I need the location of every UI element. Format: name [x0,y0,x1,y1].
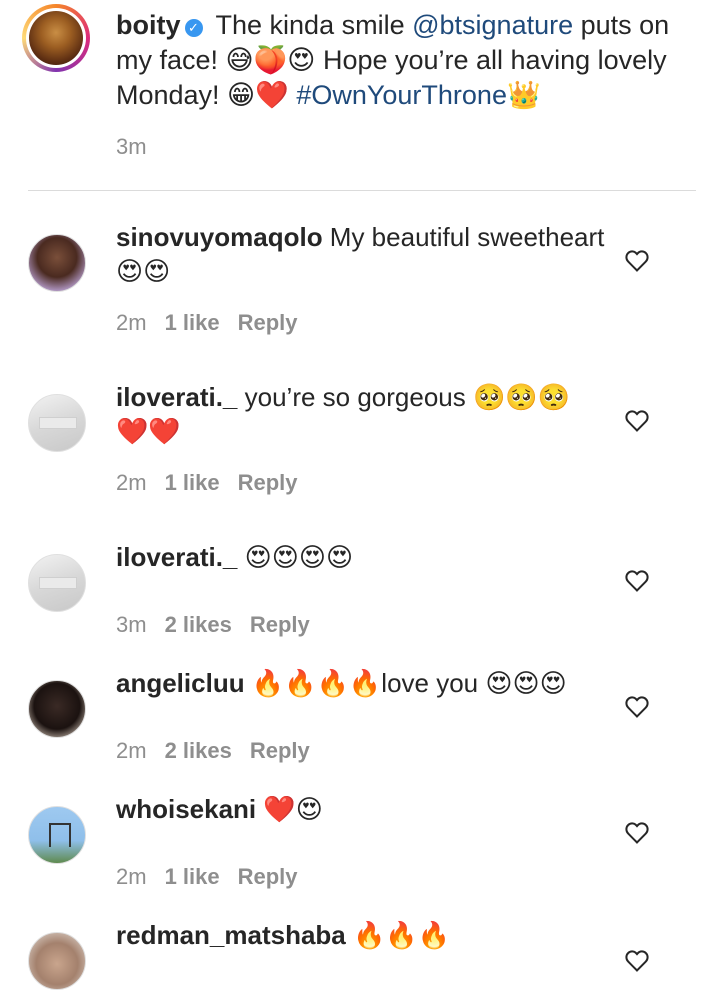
reply-button[interactable]: Reply [238,310,298,335]
comment-username[interactable]: sinovuyomaqolo [116,222,323,252]
heart-outline-icon[interactable] [624,694,650,720]
heart-outline-icon[interactable] [624,948,650,974]
comment-item: angelicluu 🔥🔥🔥🔥love you 😍😍😍 2m 2 likes Rep… [0,668,720,806]
divider [28,190,696,191]
caption-text-part1: The kinda smile [208,10,413,40]
heart-outline-icon[interactable] [624,248,650,274]
commenter-avatar[interactable] [28,806,86,864]
comment-meta: 2m 1 like Reply [116,470,316,496]
comment-text: whoisekani ❤️😍 [116,792,606,826]
post-caption: boity ✓ The kinda smile @btsignature puts… [0,0,720,190]
comment-item: whoisekani ❤️😍 2m 1 like Reply [0,794,720,932]
comment-username[interactable]: redman_matshaba [116,920,346,950]
commenter-avatar[interactable] [28,554,86,612]
boity-avatar[interactable] [22,4,90,72]
reply-button[interactable]: Reply [238,470,298,495]
heart-outline-icon[interactable] [624,408,650,434]
comment-text: sinovuyomaqolo My beautiful sweetheart 😍… [116,220,606,288]
caption-text: boity ✓ The kinda smile @btsignature puts… [116,8,676,113]
reply-button[interactable]: Reply [238,864,298,889]
caption-username[interactable]: boity [116,10,181,40]
crown-emoji: 👑 [506,80,541,110]
comment-item: iloverati._ 😍😍😍😍 3m 2 likes Reply [0,542,720,680]
comment-time: 2m [116,864,147,889]
comment-likes[interactable]: 1 like [165,470,220,495]
comment-likes[interactable]: 1 like [165,310,220,335]
comment-text: redman_matshaba 🔥🔥🔥 [116,918,606,952]
commenter-avatar[interactable] [28,680,86,738]
reply-button[interactable]: Reply [250,612,310,637]
comment-likes[interactable]: 2 likes [165,738,232,763]
comment-username[interactable]: iloverati._ [116,382,237,412]
heart-outline-icon[interactable] [624,820,650,846]
comment-time: 3m [116,612,147,637]
comment-item: redman_matshaba 🔥🔥🔥 [0,920,720,990]
comment-meta: 2m 1 like Reply [116,310,316,336]
comment-time: 2m [116,738,147,763]
comment-body: ❤️😍 [256,794,323,824]
caption-mention-link[interactable]: @btsignature [412,10,573,40]
comment-username[interactable]: whoisekani [116,794,256,824]
comment-body: 😍😍😍😍 [237,542,354,572]
comment-username[interactable]: angelicluu [116,668,245,698]
caption-hashtag-link[interactable]: #OwnYourThrone [296,80,507,110]
comment-time: 2m [116,310,147,335]
commenter-avatar[interactable] [28,932,86,990]
comment-body: 🔥🔥🔥 [345,920,451,950]
comment-meta: 2m 2 likes Reply [116,738,328,764]
comment-body: 🔥🔥🔥🔥love you 😍😍😍 [244,668,567,698]
verified-check-icon: ✓ [184,19,203,37]
comment-text: iloverati._ 😍😍😍😍 [116,540,606,574]
heart-outline-icon[interactable] [624,568,650,594]
commenter-avatar[interactable] [28,234,86,292]
caption-time: 3m [116,134,147,159]
comment-time: 2m [116,470,147,495]
comment-text: angelicluu 🔥🔥🔥🔥love you 😍😍😍 [116,666,606,700]
comment-item: iloverati._ you’re so gorgeous 🥺🥺🥺 ❤️❤️ … [0,382,720,520]
comment-username[interactable]: iloverati._ [116,542,237,572]
commenter-avatar[interactable] [28,394,86,452]
comment-meta: 3m 2 likes Reply [116,612,328,638]
reply-button[interactable]: Reply [250,738,310,763]
comment-likes[interactable]: 2 likes [165,612,232,637]
comment-item: sinovuyomaqolo My beautiful sweetheart 😍… [0,222,720,360]
comment-likes[interactable]: 1 like [165,864,220,889]
comment-text: iloverati._ you’re so gorgeous 🥺🥺🥺 ❤️❤️ [116,380,606,448]
comment-meta: 2m 1 like Reply [116,864,316,890]
